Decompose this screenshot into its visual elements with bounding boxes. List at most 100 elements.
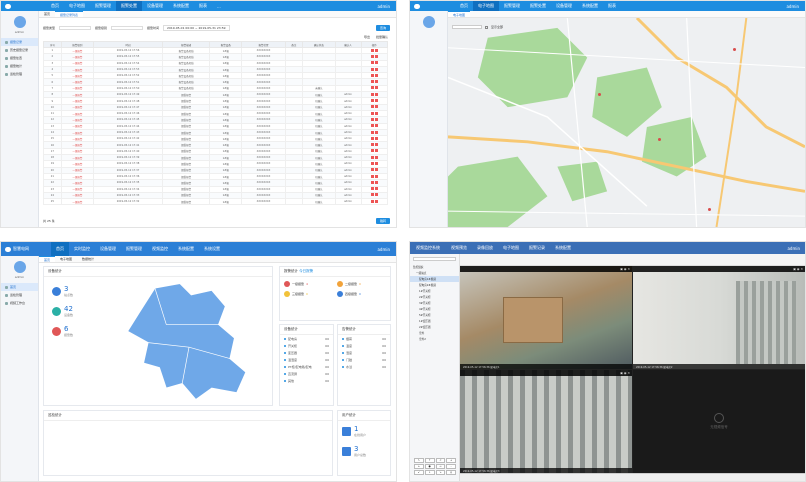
- nav-item[interactable]: 系统配置: [577, 1, 603, 11]
- ptz-button[interactable]: +: [446, 458, 456, 463]
- nav-item[interactable]: 设备管理: [95, 242, 121, 256]
- edit-icon[interactable]: [370, 130, 374, 134]
- user-name[interactable]: admin: [377, 247, 396, 252]
- edit-icon[interactable]: [370, 105, 374, 109]
- type-input[interactable]: [59, 26, 92, 30]
- delete-icon[interactable]: [374, 199, 378, 203]
- edit-icon[interactable]: [370, 54, 374, 58]
- delete-icon[interactable]: [374, 48, 378, 52]
- ptz-button[interactable]: ←: [414, 464, 424, 469]
- ptz-button[interactable]: ↑: [424, 458, 435, 463]
- nav-item[interactable]: 报警管理: [121, 242, 147, 256]
- ptz-button[interactable]: ↗: [435, 458, 446, 463]
- sidebar-item[interactable]: 报警统计: [1, 62, 38, 70]
- nav-item[interactable]: 视频预览: [446, 245, 472, 251]
- nav-item[interactable]: 首页: [46, 1, 64, 11]
- edit-icon[interactable]: [370, 86, 374, 90]
- nav-item[interactable]: 报表: [603, 1, 621, 11]
- edit-icon[interactable]: [370, 111, 374, 115]
- time-range[interactable]: 2019-05-01 00:00 ~ 2019-05-31 23:59: [163, 25, 230, 31]
- delete-icon[interactable]: [374, 99, 378, 103]
- tab-item[interactable]: 首页: [39, 256, 56, 262]
- edit-icon[interactable]: [370, 193, 374, 197]
- delete-icon[interactable]: [374, 73, 378, 77]
- tab-item[interactable]: 报警记录列表: [55, 11, 84, 17]
- video-cell[interactable]: ▣ ◉ ✕ 2019-05-12 17:56:36 配电房1: [460, 266, 632, 369]
- ptz-button[interactable]: -: [446, 464, 456, 469]
- nav-item[interactable]: 电子地图: [498, 245, 524, 251]
- edit-icon[interactable]: [370, 174, 374, 178]
- user-name[interactable]: admin: [786, 4, 805, 9]
- edit-icon[interactable]: [370, 117, 374, 121]
- edit-icon[interactable]: [370, 67, 374, 71]
- delete-icon[interactable]: [374, 80, 378, 84]
- video-cell[interactable]: ▣ ◉ ✕ 2019-05-12 17:56:36 配电房2: [633, 266, 805, 369]
- province-map[interactable]: [114, 279, 264, 404]
- ptz-button[interactable]: →: [435, 464, 446, 469]
- tab-item[interactable]: 数据统计: [77, 256, 99, 262]
- delete-icon[interactable]: [374, 54, 378, 58]
- user-name[interactable]: admin: [377, 4, 396, 9]
- delete-icon[interactable]: [374, 187, 378, 191]
- delete-icon[interactable]: [374, 155, 378, 159]
- video-cell[interactable]: ▣ ◉ ✕ 2019-05-12 17:56:36 配电房3: [460, 370, 632, 473]
- tree-search-input[interactable]: [413, 257, 456, 261]
- nav-item[interactable]: 报表: [194, 1, 212, 11]
- tree-node[interactable]: 室外2: [410, 336, 459, 342]
- edit-icon[interactable]: [370, 155, 374, 159]
- nav-item[interactable]: 报警管理: [499, 1, 525, 11]
- nav-item[interactable]: 首页: [455, 1, 473, 11]
- delete-icon[interactable]: [374, 136, 378, 140]
- alarm-item[interactable]: 四级报警 0: [337, 291, 386, 297]
- nav-item[interactable]: 视频监控: [147, 242, 173, 256]
- edit-icon[interactable]: [370, 48, 374, 52]
- sidebar-item[interactable]: 历史报警记录: [1, 46, 38, 54]
- search-button[interactable]: 查询: [375, 25, 390, 31]
- sidebar-item[interactable]: 首页: [1, 283, 38, 291]
- edit-icon[interactable]: [370, 168, 374, 172]
- edit-icon[interactable]: [370, 187, 374, 191]
- ptz-button[interactable]: ●: [424, 464, 435, 469]
- edit-icon[interactable]: [370, 99, 374, 103]
- go-button[interactable]: 跳转: [375, 218, 390, 224]
- nav-item[interactable]: 系统配置: [173, 242, 199, 256]
- delete-icon[interactable]: [374, 111, 378, 115]
- nav-item[interactable]: 录像回放: [472, 245, 498, 251]
- ptz-button[interactable]: ↙: [414, 470, 424, 475]
- tab-item[interactable]: 电子地图: [55, 256, 77, 262]
- nav-item[interactable]: 系统设置: [199, 242, 225, 256]
- delete-icon[interactable]: [374, 67, 378, 71]
- nav-item[interactable]: 报警管理: [90, 1, 116, 11]
- nav-item[interactable]: 电子地图: [473, 1, 499, 11]
- nav-item[interactable]: 报警记录: [524, 245, 550, 251]
- edit-icon[interactable]: [370, 180, 374, 184]
- table-row[interactable]: 25 一级报警 2019-05-12 17:32 烟雾报警 1#箱 XXXXXXXX 已确认…: [43, 198, 388, 206]
- edit-icon[interactable]: [370, 143, 374, 147]
- delete-icon[interactable]: [374, 86, 378, 90]
- user-name[interactable]: admin: [787, 246, 805, 251]
- delete-icon[interactable]: [374, 161, 378, 165]
- delete-icon[interactable]: [374, 143, 378, 147]
- nav-item[interactable]: 设备管理: [142, 1, 168, 11]
- nav-item[interactable]: 电子地图: [64, 1, 90, 11]
- edit-icon[interactable]: [370, 199, 374, 203]
- map-marker-icon[interactable]: [733, 48, 736, 51]
- map-marker-icon[interactable]: [708, 208, 711, 211]
- nav-item[interactable]: 报警处置: [116, 1, 142, 11]
- ptz-button[interactable]: ↘: [435, 470, 446, 475]
- show-all-checkbox[interactable]: [485, 25, 488, 29]
- nav-item[interactable]: 设备管理: [551, 1, 577, 11]
- delete-icon[interactable]: [374, 130, 378, 134]
- sidebar-item[interactable]: 巡检管理: [1, 70, 38, 78]
- edit-icon[interactable]: [370, 124, 374, 128]
- delete-icon[interactable]: [374, 193, 378, 197]
- delete-icon[interactable]: [374, 124, 378, 128]
- delete-icon[interactable]: [374, 92, 378, 96]
- level-input[interactable]: [111, 26, 144, 30]
- ptz-button[interactable]: ↓: [424, 470, 435, 475]
- export-button[interactable]: 导出: [364, 35, 370, 39]
- nav-item[interactable]: 报警处置: [525, 1, 551, 11]
- nav-item[interactable]: 系统配置: [550, 245, 576, 251]
- tab-item[interactable]: 首页: [39, 11, 55, 17]
- batch-confirm-button[interactable]: 批量确认: [376, 35, 388, 39]
